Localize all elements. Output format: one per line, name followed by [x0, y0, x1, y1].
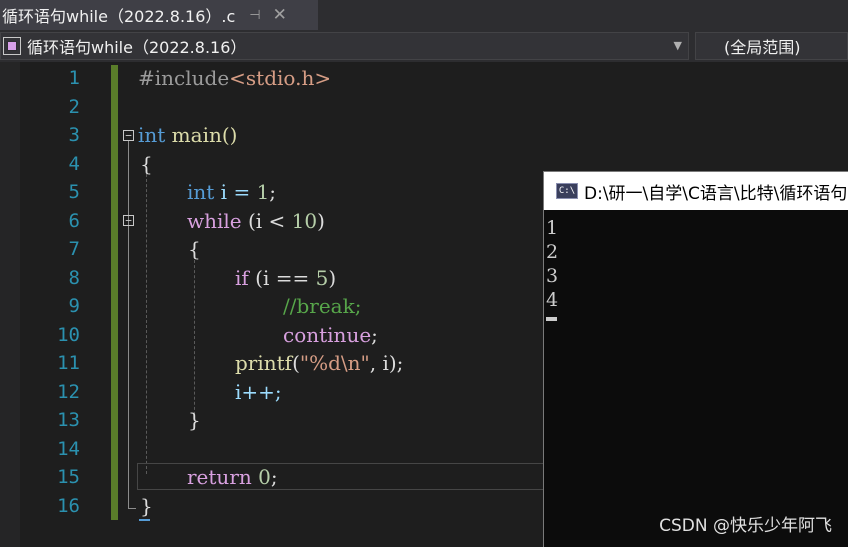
code-line-11: printf("%d\n", i); [235, 351, 404, 375]
scope-label: (全局范围) [724, 38, 801, 57]
line-number: 6 [68, 209, 80, 232]
chevron-down-icon[interactable]: ▼ [674, 39, 682, 52]
navigation-bar: 循环语句while（2022.8.16） ▼ (全局范围) [0, 30, 848, 62]
line-number: 4 [68, 152, 80, 175]
fold-line [128, 141, 129, 509]
code-line-6: while (i < 10) [187, 208, 325, 233]
output-line: 1 [546, 217, 559, 239]
collapse-while-icon[interactable]: − [123, 215, 134, 226]
line-number: 9 [68, 295, 80, 317]
project-icon [3, 37, 21, 55]
console-title: D:\研一\自学\C语言\比特\循环语句 [584, 183, 848, 204]
project-label: 循环语句while（2022.8.16） [27, 38, 247, 57]
code-line-3: int main() [138, 123, 238, 147]
code-line-10: continue; [283, 322, 378, 347]
line-number: 15 [57, 466, 80, 488]
output-line: 3 [546, 265, 559, 287]
line-number: 8 [68, 266, 80, 289]
code-line-5: int i = 1; [187, 180, 277, 204]
line-number: 7 [68, 238, 80, 260]
console-output: 1 2 3 4 [544, 210, 848, 321]
indent-guide [194, 260, 195, 425]
line-number: 16 [57, 494, 80, 517]
output-line: 4 [546, 289, 559, 311]
code-line-13: } [188, 408, 201, 432]
fold-end [128, 508, 136, 509]
line-number: 3 [68, 124, 80, 146]
glyph-margin [0, 62, 20, 547]
code-line-7: { [188, 237, 201, 261]
scope-dropdown[interactable]: (全局范围) [695, 32, 848, 60]
line-number: 5 [68, 181, 80, 203]
project-dropdown[interactable]: 循环语句while（2022.8.16） ▼ [0, 32, 689, 60]
code-line-16: } [140, 493, 153, 518]
code-line-4: { [140, 151, 153, 176]
tab-title: 循环语句while（2022.8.16）.c [2, 7, 236, 26]
change-tracking-bar [111, 65, 118, 520]
line-number: 11 [57, 352, 80, 374]
console-titlebar[interactable]: C:\ D:\研一\自学\C语言\比特\循环语句 [544, 172, 848, 210]
code-line-9: //break; [283, 294, 362, 318]
output-line: 2 [546, 241, 559, 263]
code-line-12: i++; [235, 379, 282, 404]
line-number: 12 [57, 380, 80, 403]
code-line-15: return 0; [187, 465, 278, 489]
collapse-main-icon[interactable]: − [123, 130, 134, 141]
text-caret [139, 519, 150, 521]
line-number: 10 [57, 323, 80, 346]
line-number: 1 [68, 67, 80, 89]
close-icon[interactable]: ✕ [273, 5, 287, 25]
code-line-8: if (i == 5) [235, 265, 337, 290]
indent-guide [146, 174, 147, 474]
console-cursor [546, 317, 557, 321]
document-tab[interactable]: 循环语句while（2022.8.16）.c ⊣ ✕ [0, 0, 318, 30]
line-number: 14 [57, 437, 80, 460]
line-number: 13 [57, 409, 80, 431]
line-number: 2 [68, 95, 80, 118]
watermark: CSDN @快乐少年阿飞 [659, 516, 832, 536]
code-line-1: #include<stdio.h> [138, 66, 332, 90]
console-window[interactable]: C:\ D:\研一\自学\C语言\比特\循环语句 1 2 3 4 CSDN @快… [543, 171, 848, 547]
console-icon: C:\ [556, 183, 578, 199]
pin-icon[interactable]: ⊣ [249, 8, 260, 23]
document-tab-strip: 循环语句while（2022.8.16）.c ⊣ ✕ [0, 0, 848, 30]
